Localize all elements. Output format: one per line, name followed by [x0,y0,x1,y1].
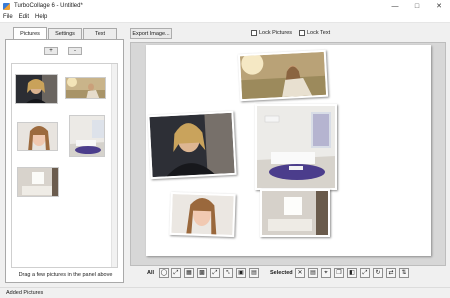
status-bar: Added Pictures [0,287,450,298]
collage-photo-woman-sitting-field[interactable] [237,49,329,102]
flip-vertical-icon[interactable]: ⇅ [399,268,409,278]
collage-photo-woman-smiling-portrait[interactable] [169,191,236,238]
drag-hint: Drag a few pictures in the panel above [18,272,113,278]
grid-icon[interactable]: ▦ [184,268,194,278]
export-image-button[interactable]: Export Image... [130,28,172,39]
selected-label: Selected [270,270,293,276]
bottom-toolbar: All ◯ ⤢ ▦ ▩ ⤢ ⤣ ▣ ▤ Selected ✕ ▤ ⌖ ❐ ◧ ⤢… [130,267,446,280]
thumbnail-list [11,63,118,268]
pictures-pane: + - Drag a few pictures in the panel abo… [5,39,124,283]
expand-icon[interactable]: ⤢ [360,268,370,278]
fill-icon[interactable]: ▣ [236,268,246,278]
shrink-icon[interactable]: ⤣ [223,268,233,278]
window-controls: — □ ✕ [384,0,450,12]
menu-file[interactable]: File [0,14,16,20]
thumbnail-woman-dark-portrait[interactable] [15,74,58,104]
flip-icon[interactable]: ⇄ [386,268,396,278]
duplicate-icon[interactable]: ❐ [334,268,344,278]
maximize-icon[interactable]: □ [406,0,428,12]
delete-icon[interactable]: ✕ [295,268,305,278]
close-icon[interactable]: ✕ [428,0,450,12]
title-bar: TurboCollage 6 - Untitled* — □ ✕ [0,0,450,12]
collage-photo-woman-dark-portrait[interactable] [147,110,237,180]
minimize-icon[interactable]: — [384,0,406,12]
thumbnail-bedroom-interior[interactable] [17,167,59,197]
replace-icon[interactable]: ▤ [308,268,318,278]
add-picture-button[interactable]: + [44,47,58,55]
align-icon[interactable]: ▤ [249,268,259,278]
tab-strip: Pictures Settings Text [13,27,118,39]
lock-pictures-checkbox[interactable]: Lock Pictures [251,30,292,36]
remove-picture-button[interactable]: - [68,47,82,55]
thumbnail-woman-sitting-field[interactable] [65,77,106,99]
status-text: Added Pictures [6,290,44,296]
menu-edit[interactable]: Edit [16,14,32,20]
fit-icon[interactable]: ⤢ [171,268,181,278]
crop-icon[interactable]: ⌖ [321,268,331,278]
tab-text[interactable]: Text [83,28,117,39]
thumbnail-scrollbar[interactable] [111,64,117,267]
window-title: TurboCollage 6 - Untitled* [14,3,83,9]
left-panel: Pictures Settings Text + - Drag a few pi… [5,27,124,283]
menu-bar: File Edit Help [0,12,450,23]
menu-help[interactable]: Help [32,14,50,20]
thumbnail-woman-smiling-portrait[interactable] [17,122,58,151]
checkbox-box[interactable] [251,30,257,36]
expand-icon[interactable]: ⤢ [210,268,220,278]
tab-settings[interactable]: Settings [48,28,82,39]
app-icon [3,2,10,10]
bring-front-icon[interactable]: ◧ [347,268,357,278]
collage-canvas[interactable] [146,45,431,256]
shuffle-icon[interactable]: ◯ [159,268,169,278]
collage-photo-living-room-interior[interactable] [255,104,337,190]
lock-text-checkbox[interactable]: Lock Text [299,30,330,36]
rotate-icon[interactable]: ↻ [373,268,383,278]
top-toolbar: Export Image... Lock Pictures Lock Text [130,28,446,40]
lock-text-label: Lock Text [307,30,331,36]
checkbox-box[interactable] [299,30,305,36]
thumbnail-living-room-interior[interactable] [69,115,105,157]
collage-photo-bedroom-interior[interactable] [260,189,330,237]
lock-pictures-label: Lock Pictures [259,30,293,36]
all-label: All [147,270,155,276]
layout-icon[interactable]: ▩ [197,268,207,278]
tab-pictures[interactable]: Pictures [13,27,47,39]
